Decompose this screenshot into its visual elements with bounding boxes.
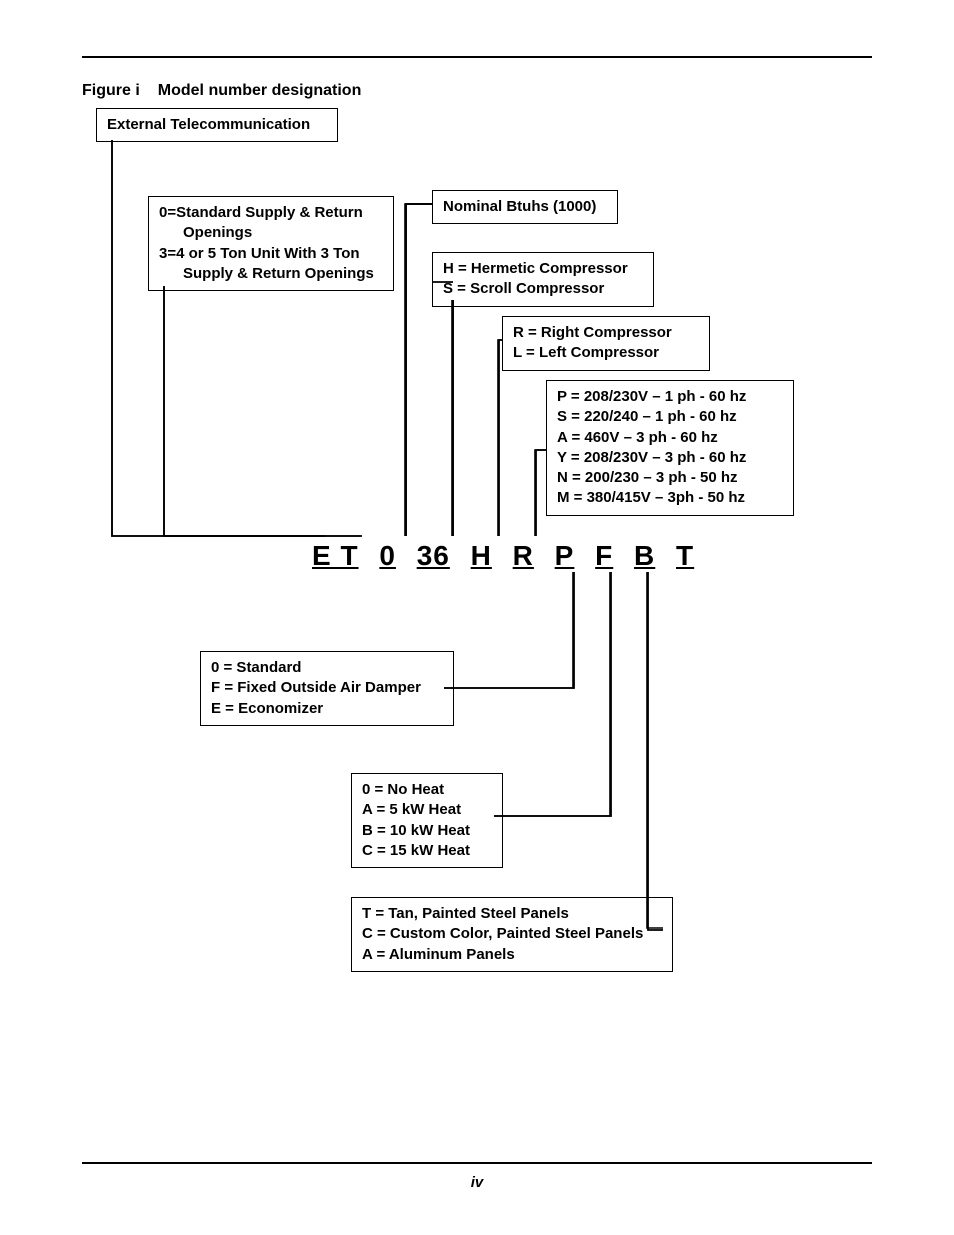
box-et: External Telecommunication (96, 108, 338, 142)
model-et: E T (312, 540, 359, 572)
btuh-text: Nominal Btuhs (1000) (443, 198, 596, 215)
volt-l2: S = 220/240 – 1 ph - 60 hz (557, 407, 783, 427)
model-voltage: P (555, 540, 575, 572)
box-side: R = Right Compressor L = Left Compressor (502, 316, 710, 371)
box-heat: 0 = No Heat A = 5 kW Heat B = 10 kW Heat… (351, 773, 503, 868)
connector-lines-clean (0, 0, 954, 1235)
panel-l3: A = Aluminum Panels (362, 945, 662, 965)
heat-l1: 0 = No Heat (362, 780, 492, 800)
air-l3: E = Economizer (211, 699, 443, 719)
connector-lines (0, 0, 954, 1235)
box-panel: T = Tan, Painted Steel Panels C = Custom… (351, 897, 673, 972)
openings-line1: 0=Standard Supply & Return Openings (159, 203, 383, 244)
model-heat: B (634, 540, 655, 572)
model-panel: T (676, 540, 694, 572)
rule-bottom (82, 1162, 872, 1164)
model-number: E T 0 36 H R P F B T (306, 540, 700, 572)
box-compressor: H = Hermetic Compressor S = Scroll Compr… (432, 252, 654, 307)
volt-l5: N = 200/230 – 3 ph - 50 hz (557, 468, 783, 488)
model-btuh: 36 (417, 540, 450, 572)
figure-number: Figure i (82, 82, 140, 99)
box-btuh: Nominal Btuhs (1000) (432, 190, 618, 224)
heat-l2: A = 5 kW Heat (362, 800, 492, 820)
compressor-l2: S = Scroll Compressor (443, 279, 643, 299)
box-air: 0 = Standard F = Fixed Outside Air Dampe… (200, 651, 454, 726)
side-l2: L = Left Compressor (513, 343, 699, 363)
figure-title: Model number designation (158, 82, 362, 99)
air-l2: F = Fixed Outside Air Damper (211, 678, 443, 698)
page: Figure i Model number designation Externa… (0, 0, 954, 1235)
volt-l6: M = 380/415V – 3ph - 50 hz (557, 488, 783, 508)
box-et-text: External Telecommunication (107, 116, 310, 133)
model-compressor: H (471, 540, 492, 572)
compressor-l1: H = Hermetic Compressor (443, 259, 643, 279)
volt-l4: Y = 208/230V – 3 ph - 60 hz (557, 448, 783, 468)
model-side: R (513, 540, 534, 572)
panel-l2: C = Custom Color, Painted Steel Panels (362, 924, 662, 944)
model-openings: 0 (379, 540, 396, 572)
figure-caption: Figure i Model number designation (82, 82, 361, 100)
model-air: F (595, 540, 613, 572)
air-l1: 0 = Standard (211, 658, 443, 678)
page-number: iv (0, 1174, 954, 1191)
box-openings: 0=Standard Supply & Return Openings 3=4 … (148, 196, 394, 291)
panel-l1: T = Tan, Painted Steel Panels (362, 904, 662, 924)
rule-top (82, 56, 872, 58)
volt-l1: P = 208/230V – 1 ph - 60 hz (557, 387, 783, 407)
box-voltage: P = 208/230V – 1 ph - 60 hz S = 220/240 … (546, 380, 794, 516)
heat-l4: C = 15 kW Heat (362, 841, 492, 861)
heat-l3: B = 10 kW Heat (362, 821, 492, 841)
volt-l3: A = 460V – 3 ph - 60 hz (557, 428, 783, 448)
openings-line2: 3=4 or 5 Ton Unit With 3 Ton Supply & Re… (159, 244, 383, 285)
side-l1: R = Right Compressor (513, 323, 699, 343)
